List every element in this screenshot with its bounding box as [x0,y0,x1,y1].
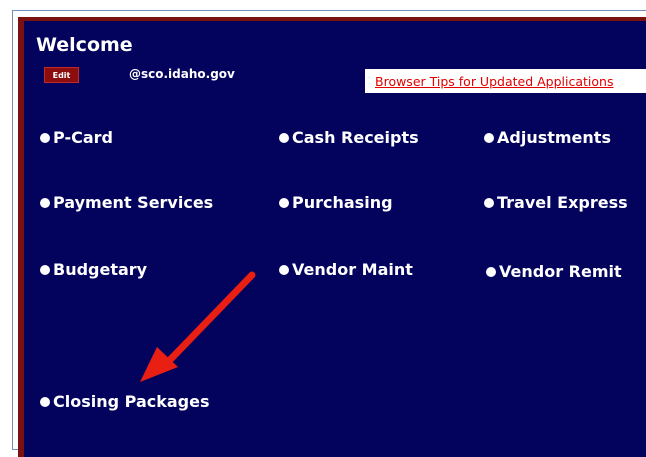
red-arrow-icon [140,271,256,382]
